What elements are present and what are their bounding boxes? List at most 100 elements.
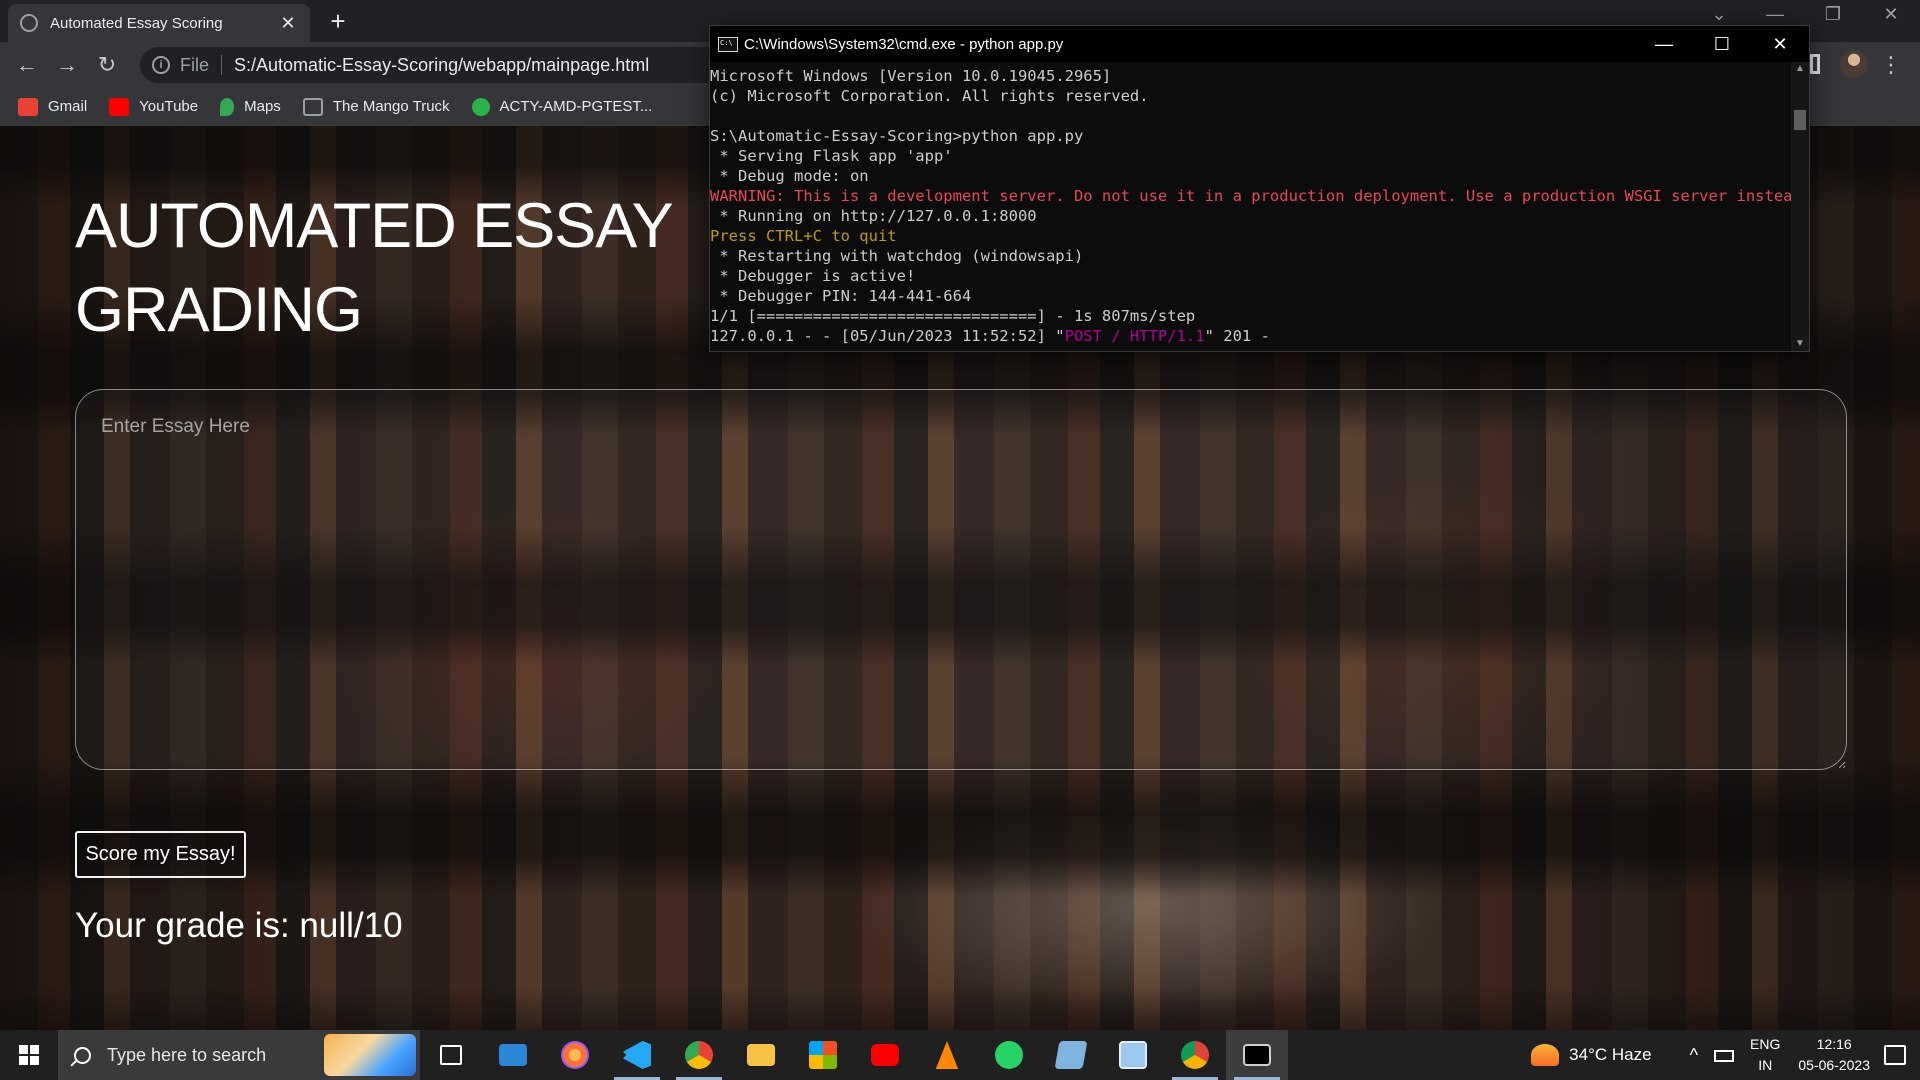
task-view-button[interactable]	[420, 1030, 482, 1080]
cmd-line: Microsoft Windows [Version 10.0.19045.29…	[710, 67, 1112, 85]
weather-widget[interactable]: 34°C Haze	[1531, 1044, 1652, 1066]
page-title: AUTOMATED ESSAY GRADING	[75, 191, 672, 345]
check-icon	[471, 97, 490, 116]
log-prefix: 127.0.0.1 - - [05/Jun/2023 11:52:52] "	[710, 327, 1065, 345]
cmd-maximize-icon[interactable]: ☐	[1693, 26, 1751, 62]
firefox-icon	[561, 1041, 589, 1069]
essay-input[interactable]	[75, 389, 1847, 770]
cmd-scrollbar[interactable]: ▲ ▼	[1791, 62, 1809, 351]
haze-weather-icon	[1531, 1044, 1560, 1066]
clock[interactable]: 12:16 05-06-2023	[1798, 1034, 1870, 1076]
vlc-icon	[935, 1041, 959, 1069]
tab-automated-essay-scoring[interactable]: Automated Essay Scoring ✕	[8, 4, 310, 42]
forward-arrow-icon[interactable]: →	[52, 50, 82, 80]
profile-avatar[interactable]	[1840, 50, 1868, 78]
bookmark-the-mango-truck[interactable]: The Mango Truck	[302, 97, 450, 116]
minimize-icon[interactable]: —	[1752, 4, 1798, 25]
clock-time: 12:16	[1816, 1036, 1852, 1052]
cmd-line: * Debugger PIN: 144-441-664	[710, 287, 972, 305]
mail-icon	[499, 1044, 527, 1066]
search-icon	[74, 1046, 91, 1064]
url-text[interactable]: S:/Automatic-Essay-Scoring/webapp/mainpa…	[234, 55, 649, 76]
cmd-quit-hint: Press CTRL+C to quit	[710, 227, 897, 245]
chrome-profile-icon	[1181, 1041, 1209, 1069]
kebab-menu-icon[interactable]: ⋮	[1880, 50, 1902, 80]
gmail-icon	[18, 97, 38, 116]
bookmark-acty-amd-pgtest[interactable]: ACTY-AMD-PGTEST...	[471, 97, 652, 116]
language-label: ENG	[1750, 1036, 1781, 1052]
taskbar-search[interactable]: Type here to search	[58, 1030, 420, 1080]
bookmark-label: Gmail	[48, 98, 88, 115]
cmd-line: * Debug mode: on	[710, 167, 869, 185]
cmd-line: * Debugger is active!	[710, 267, 916, 285]
globe-icon	[20, 14, 38, 32]
cmd-line: 1/1 [==============================] - 1…	[710, 307, 1196, 325]
region-label: IN	[1758, 1057, 1773, 1073]
tab-title: Automated Essay Scoring	[50, 14, 223, 32]
bookmark-label: YouTube	[139, 98, 199, 115]
notepad-icon	[1054, 1041, 1088, 1069]
youtube-app-button[interactable]	[854, 1030, 916, 1080]
file-explorer-button[interactable]	[730, 1030, 792, 1080]
cmd-output[interactable]: Microsoft Windows [Version 10.0.19045.29…	[710, 62, 1811, 351]
bookmark-label: The Mango Truck	[332, 98, 450, 115]
youtube-app-icon	[871, 1044, 899, 1066]
start-button[interactable]	[0, 1030, 58, 1080]
taskbar: Type here to search 34°C Haze ^ ENG IN 1…	[0, 1030, 1920, 1080]
battery-icon[interactable]	[1714, 1050, 1735, 1062]
vscode-button[interactable]	[606, 1030, 668, 1080]
scroll-up-icon[interactable]: ▲	[1791, 62, 1809, 76]
notepad-button[interactable]	[1040, 1030, 1102, 1080]
system-tray: 34°C Haze ^ ENG IN 12:16 05-06-2023	[1531, 1030, 1920, 1080]
close-tab-icon[interactable]: ✕	[278, 13, 298, 34]
cmd-minimize-icon[interactable]: —	[1635, 26, 1693, 62]
show-hidden-icons-chevron-icon[interactable]: ^	[1690, 1045, 1698, 1066]
cc-icon	[302, 97, 323, 116]
cmd-title: C:\Windows\System32\cmd.exe - python app…	[744, 35, 1064, 53]
cmd-title-bar[interactable]: C:\Windows\System32\cmd.exe - python app…	[710, 26, 1809, 62]
cmd-icon	[1243, 1044, 1271, 1066]
scroll-thumb[interactable]	[1794, 110, 1806, 130]
score-essay-button[interactable]: Score my Essay!	[75, 831, 246, 878]
windows-logo-icon	[19, 1045, 39, 1065]
cmd-line: (c) Microsoft Corporation. All rights re…	[710, 87, 1149, 105]
microsoft-store-icon	[809, 1041, 837, 1069]
clock-date: 05-06-2023	[1798, 1057, 1870, 1073]
address-separator	[221, 55, 223, 75]
weather-text: 34°C Haze	[1569, 1045, 1652, 1064]
bookmark-youtube[interactable]: YouTube	[109, 97, 199, 116]
scheme-label: File	[180, 54, 210, 75]
cmd-request-log-line: 127.0.0.1 - - [05/Jun/2023 11:52:52] "PO…	[710, 326, 1790, 346]
firefox-button[interactable]	[544, 1030, 606, 1080]
vlc-button[interactable]	[916, 1030, 978, 1080]
cmd-line: * Running on http://127.0.0.1:8000	[710, 207, 1037, 225]
notification-center-icon[interactable]	[1884, 1045, 1906, 1065]
back-arrow-icon[interactable]: ←	[12, 50, 42, 80]
paint-icon	[1119, 1041, 1147, 1069]
restore-icon[interactable]: ❐	[1810, 4, 1856, 25]
bookmark-maps[interactable]: Maps	[220, 97, 281, 116]
paint-button[interactable]	[1102, 1030, 1164, 1080]
close-window-icon[interactable]: ✕	[1868, 4, 1914, 25]
new-tab-button[interactable]: +	[324, 6, 352, 36]
cmd-close-icon[interactable]: ✕	[1751, 26, 1809, 62]
info-icon[interactable]: i	[152, 56, 170, 74]
log-suffix: " 201 -	[1204, 327, 1270, 345]
chrome-profile-button[interactable]	[1164, 1030, 1226, 1080]
search-placeholder: Type here to search	[107, 1044, 267, 1065]
vscode-icon	[623, 1041, 651, 1069]
tab-search-icon[interactable]: ⌄	[1696, 4, 1742, 25]
microsoft-store-button[interactable]	[792, 1030, 854, 1080]
file-explorer-icon	[747, 1044, 775, 1066]
language-indicator[interactable]: ENG IN	[1750, 1034, 1780, 1076]
whatsapp-button[interactable]	[978, 1030, 1040, 1080]
chrome-button[interactable]	[668, 1030, 730, 1080]
reload-icon[interactable]: ↻	[92, 50, 122, 80]
cmd-taskbar-button[interactable]	[1226, 1030, 1288, 1080]
bookmark-label: Maps	[244, 98, 281, 115]
scroll-down-icon[interactable]: ▼	[1791, 337, 1809, 351]
bookmark-gmail[interactable]: Gmail	[18, 97, 88, 116]
cmd-window[interactable]: C:\Windows\System32\cmd.exe - python app…	[709, 25, 1811, 352]
task-view-icon	[440, 1045, 462, 1065]
mail-button[interactable]	[482, 1030, 544, 1080]
